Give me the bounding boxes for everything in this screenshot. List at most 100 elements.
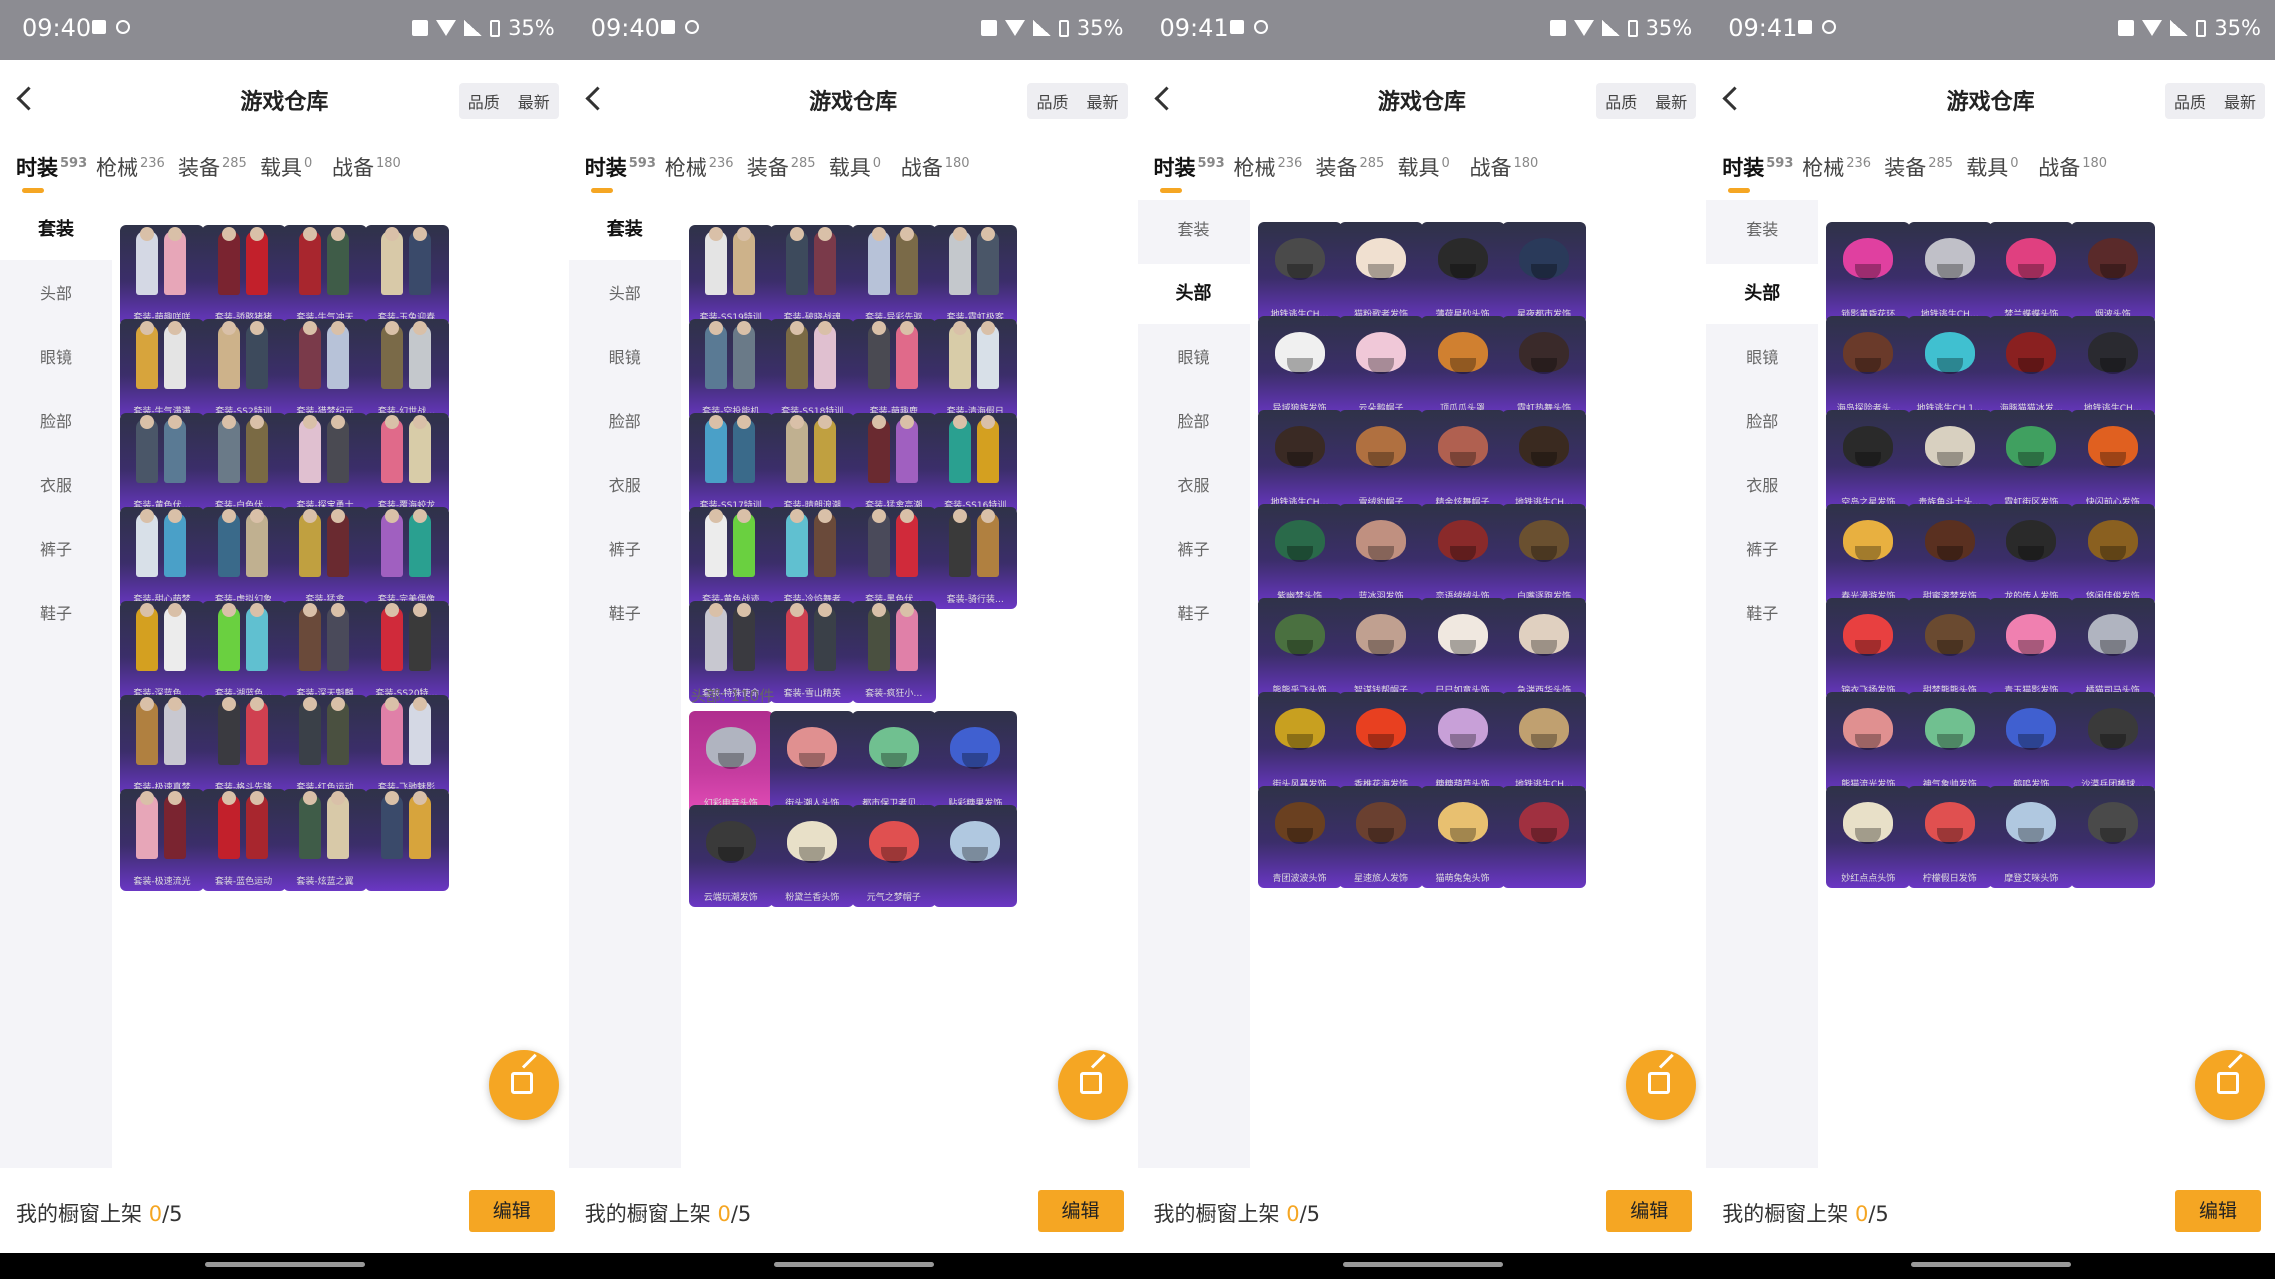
headwear-item[interactable]: 雪绒豹帽子 bbox=[1339, 410, 1423, 512]
headwear-item[interactable]: 贵族角斗士头… bbox=[1907, 410, 1992, 512]
outfit-item[interactable]: 套装-猛禽 bbox=[283, 507, 367, 609]
sort-newest-button[interactable]: 最新 bbox=[1646, 83, 1696, 119]
headwear-item[interactable]: 空岛之星发饰 bbox=[1826, 410, 1911, 512]
headwear-item[interactable]: 蓝冰羽发饰 bbox=[1339, 504, 1423, 606]
tab-weapons[interactable]: 枪械 236 bbox=[1234, 152, 1303, 182]
headwear-item[interactable]: 幻彩电音头饰 bbox=[688, 711, 773, 813]
outfit-item[interactable]: 套装-SS19特训 bbox=[688, 225, 773, 327]
tab-vehicles[interactable]: 载具 0 bbox=[829, 152, 881, 182]
tab-weapons[interactable]: 枪械 236 bbox=[1802, 152, 1871, 182]
outfit-item[interactable]: 套装-甜心萌梦 bbox=[120, 507, 204, 609]
headwear-item[interactable]: 地铁逃生CH… bbox=[1257, 410, 1342, 512]
outfit-item[interactable]: 套装-完美偶像 bbox=[364, 507, 449, 609]
outfit-item[interactable]: 套装-萌趣鹿 bbox=[851, 319, 936, 421]
headwear-item[interactable]: 地铁逃生CH… bbox=[1502, 692, 1586, 794]
outfit-item[interactable]: 套装-SS16特训 bbox=[933, 413, 1018, 515]
home-gesture-bar[interactable] bbox=[1342, 1262, 1503, 1267]
outfit-item[interactable]: 套装-虚拟幻象 bbox=[201, 507, 286, 609]
headwear-item[interactable]: 云朵鹅帽子 bbox=[1339, 316, 1423, 418]
outfit-item[interactable]: 套装-牛气冲天 bbox=[283, 225, 367, 327]
outfit-item[interactable]: 套装-SS20特… bbox=[364, 601, 449, 703]
tab-equipment[interactable]: 装备 285 bbox=[747, 152, 816, 182]
headwear-item[interactable]: 地铁逃生CH… bbox=[2070, 316, 2155, 418]
sidebar-item[interactable]: 衣服 bbox=[1138, 456, 1250, 516]
tab-fashion[interactable]: 时装 593 bbox=[585, 152, 656, 182]
tab-vehicles[interactable]: 载具 0 bbox=[1398, 152, 1450, 182]
edit-button[interactable]: 编辑 bbox=[2175, 1190, 2261, 1232]
sort-quality-button[interactable]: 品质 bbox=[2165, 83, 2215, 119]
headwear-item[interactable]: 贴彩糖果发饰 bbox=[933, 711, 1018, 813]
headwear-item[interactable]: 熊猫流光发饰 bbox=[1826, 692, 1911, 794]
sidebar-item[interactable]: 裤子 bbox=[0, 520, 112, 580]
sidebar-item[interactable]: 头部 bbox=[1137, 264, 1250, 324]
outfit-item[interactable]: 套装-湖蓝色… bbox=[201, 601, 286, 703]
outfit-item[interactable]: 套装-炫蓝之翼 bbox=[283, 789, 367, 891]
headwear-item[interactable]: 元气之梦帽子 bbox=[851, 805, 936, 907]
headwear-item[interactable] bbox=[1502, 786, 1586, 888]
sidebar-item[interactable]: 套装 bbox=[1706, 200, 1818, 260]
headwear-item[interactable]: 街头潮人头饰 bbox=[770, 711, 855, 813]
outfit-item[interactable]: 套装-蓝色运动 bbox=[201, 789, 286, 891]
outfit-item[interactable]: 套装-霓虹极客 bbox=[933, 225, 1018, 327]
tab-supplies[interactable]: 战备 180 bbox=[1470, 152, 1539, 182]
headwear-item[interactable]: 鹤鸣发饰 bbox=[1989, 692, 2074, 794]
headwear-item[interactable]: 悠闲佳俊发饰 bbox=[2070, 504, 2155, 606]
headwear-item[interactable]: 霓虹热舞头饰 bbox=[1502, 316, 1586, 418]
sidebar-item[interactable]: 眼镜 bbox=[569, 328, 681, 388]
tab-fashion[interactable]: 时装 593 bbox=[16, 152, 87, 182]
tab-equipment[interactable]: 装备 285 bbox=[178, 152, 247, 182]
tab-supplies[interactable]: 战备 180 bbox=[332, 152, 401, 182]
headwear-item[interactable]: 香椎花海发饰 bbox=[1339, 692, 1423, 794]
outfit-item[interactable]: 套装-骑行装… bbox=[933, 507, 1018, 609]
headwear-item[interactable]: 青玉猫影发饰 bbox=[1989, 598, 2074, 700]
home-gesture-bar[interactable] bbox=[773, 1262, 934, 1267]
tab-vehicles[interactable]: 载具 0 bbox=[1966, 152, 2018, 182]
sidebar-item[interactable]: 鞋子 bbox=[0, 584, 112, 644]
sidebar-item[interactable]: 脸部 bbox=[1138, 392, 1250, 452]
headwear-item[interactable]: 星速旅人发饰 bbox=[1339, 786, 1423, 888]
headwear-item[interactable]: 锦衣飞扬发饰 bbox=[1826, 598, 1911, 700]
outfit-item[interactable]: 套装-红色运动 bbox=[283, 695, 367, 797]
outfit-item[interactable]: 套装-幻世战… bbox=[364, 319, 449, 421]
headwear-item[interactable]: 梦兰蝶蝶头饰 bbox=[1989, 222, 2074, 324]
outfit-item[interactable]: 套装-覆海蛟龙 bbox=[364, 413, 449, 515]
outfit-item[interactable]: 套装-深蓝色… bbox=[120, 601, 204, 703]
sidebar-item[interactable]: 脸部 bbox=[1706, 392, 1818, 452]
headwear-item[interactable]: 锁影黄昏花环 bbox=[1826, 222, 1911, 324]
sidebar-item[interactable]: 眼镜 bbox=[1706, 328, 1818, 388]
sort-newest-button[interactable]: 最新 bbox=[1077, 83, 1127, 119]
headwear-item[interactable]: 猫粉歌者发饰 bbox=[1339, 222, 1423, 324]
headwear-item[interactable]: 白嘴逐跑发饰 bbox=[1502, 504, 1586, 606]
tab-fashion[interactable]: 时装 593 bbox=[1722, 152, 1793, 182]
headwear-item[interactable]: 地铁逃生CH.1… bbox=[1907, 316, 1992, 418]
sidebar-item[interactable]: 脸部 bbox=[0, 392, 112, 452]
headwear-item[interactable]: 地铁逃生CH… bbox=[1907, 222, 1992, 324]
outfit-item[interactable]: 套装-SS17特训 bbox=[688, 413, 773, 515]
sidebar-item[interactable]: 眼镜 bbox=[0, 328, 112, 388]
headwear-item[interactable]: 地铁逃生CH… bbox=[1257, 222, 1342, 324]
home-gesture-bar[interactable] bbox=[1911, 1262, 2072, 1267]
headwear-item[interactable]: 龙的传人发饰 bbox=[1989, 504, 2074, 606]
headwear-item[interactable]: 熊熊乎飞头饰 bbox=[1257, 598, 1342, 700]
headwear-item[interactable]: 霓虹街区发饰 bbox=[1989, 410, 2074, 512]
outfit-item[interactable]: 套装-晴朗浪潮 bbox=[770, 413, 855, 515]
share-fab-icon[interactable] bbox=[1057, 1050, 1128, 1120]
share-fab-icon[interactable] bbox=[2195, 1050, 2265, 1120]
outfit-item[interactable]: 套装-猛禽高潮 bbox=[851, 413, 936, 515]
tab-equipment[interactable]: 装备 285 bbox=[1884, 152, 1953, 182]
outfit-item[interactable]: 套装-SS18特训 bbox=[770, 319, 855, 421]
sidebar-item[interactable]: 衣服 bbox=[0, 456, 112, 516]
sidebar-item[interactable]: 头部 bbox=[1706, 264, 1819, 324]
sidebar-item[interactable]: 头部 bbox=[0, 264, 112, 324]
sidebar-item[interactable]: 套装 bbox=[0, 200, 112, 260]
headwear-item[interactable]: 精金炫舞帽子 bbox=[1420, 410, 1505, 512]
sidebar-item[interactable]: 裤子 bbox=[1706, 520, 1818, 580]
outfit-item[interactable]: 套装-疯狂小… bbox=[851, 601, 936, 703]
outfit-item[interactable]: 套装-骄憨猪猪 bbox=[201, 225, 286, 327]
headwear-item[interactable]: 街头风暴发饰 bbox=[1257, 692, 1342, 794]
tab-weapons[interactable]: 枪械 236 bbox=[96, 152, 165, 182]
headwear-item[interactable]: 顶瓜瓜头罩 bbox=[1420, 316, 1505, 418]
outfit-item[interactable]: 套装-白色伏… bbox=[201, 413, 286, 515]
headwear-item[interactable]: 神气象帅发饰 bbox=[1907, 692, 1992, 794]
outfit-item[interactable]: 套装-黄色战迹 bbox=[688, 507, 773, 609]
